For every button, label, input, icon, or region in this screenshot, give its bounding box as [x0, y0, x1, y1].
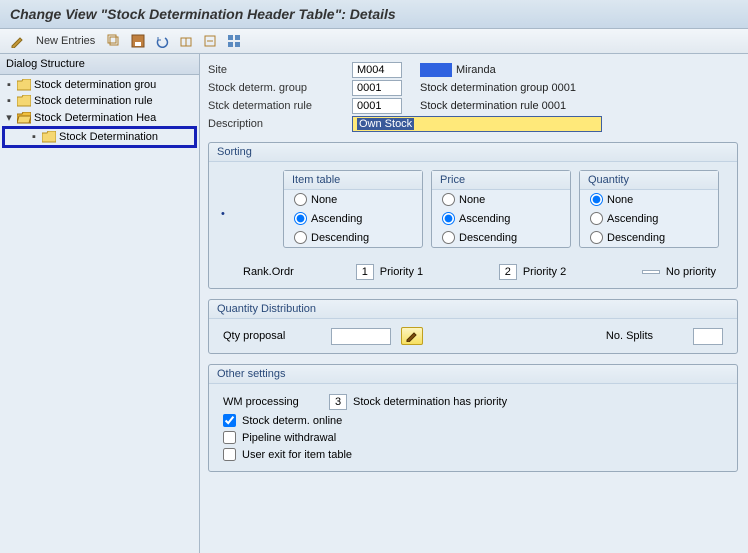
site-input[interactable]: M004 — [352, 62, 402, 78]
pencil-icon[interactable] — [8, 32, 26, 50]
radio-item-asc[interactable] — [294, 212, 307, 225]
undo-icon[interactable] — [153, 32, 171, 50]
radio-label: None — [607, 194, 633, 206]
wm-input[interactable]: 3 — [329, 394, 347, 410]
sorting-group: Sorting Item table None Ascending Descen… — [208, 142, 738, 289]
folder-open-icon — [17, 112, 31, 124]
folder-icon — [17, 95, 31, 107]
cb-label: User exit for item table — [242, 449, 352, 461]
tree-label: Stock Determination — [59, 131, 158, 143]
group-label: Stock determ. group — [208, 82, 348, 94]
rank2-input[interactable]: 2 — [499, 264, 517, 280]
cb-pipeline[interactable] — [223, 431, 236, 444]
content-area: Site M004 Miranda Stock determ. group 00… — [200, 54, 748, 553]
tree-item[interactable]: ▾ Stock Determination Hea — [0, 109, 199, 126]
splits-input[interactable] — [693, 328, 723, 345]
qty-dist-title: Quantity Distribution — [209, 300, 737, 319]
folder-icon — [42, 131, 56, 143]
copy-icon[interactable] — [105, 32, 123, 50]
other-settings-group: Other settings WM processing 3 Stock det… — [208, 364, 738, 472]
tree-item[interactable]: ▪ Stock determination rule — [0, 93, 199, 109]
radio-label: Descending — [607, 232, 665, 244]
bullet-icon: ▪ — [29, 131, 39, 143]
col-title: Quantity — [580, 171, 718, 190]
bullet-icon: ▪ — [4, 79, 14, 91]
rule-input[interactable]: 0001 — [352, 98, 402, 114]
rule-label: Stck determation rule — [208, 100, 348, 112]
page-title: Change View "Stock Determination Header … — [0, 0, 748, 29]
qty-proposal-input[interactable] — [331, 328, 391, 345]
tree-item[interactable]: ▪ Stock determination grou — [0, 77, 199, 93]
desc-label: Description — [208, 118, 348, 130]
tree-label: Stock determination grou — [34, 79, 156, 91]
rank2-text: Priority 2 — [523, 266, 566, 278]
cb-label: Stock determ. online — [242, 415, 342, 427]
redacted-icon — [420, 63, 452, 77]
sort-item-table: Item table None Ascending Descending — [283, 170, 423, 248]
rank1-text: Priority 1 — [380, 266, 423, 278]
radio-qty-desc[interactable] — [590, 231, 603, 244]
site-label: Site — [208, 64, 348, 76]
cb-label: Pipeline withdrawal — [242, 432, 336, 444]
sort-quantity: Quantity None Ascending Descending — [579, 170, 719, 248]
splits-label: No. Splits — [606, 330, 653, 342]
radio-label: Ascending — [459, 213, 510, 225]
cb-user-exit[interactable] — [223, 448, 236, 461]
radio-item-desc[interactable] — [294, 231, 307, 244]
site-text: Miranda — [456, 64, 496, 76]
toolbar: New Entries — [0, 29, 748, 54]
radio-item-none[interactable] — [294, 193, 307, 206]
radio-price-desc[interactable] — [442, 231, 455, 244]
radio-price-none[interactable] — [442, 193, 455, 206]
cb-stock-online[interactable] — [223, 414, 236, 427]
qty-dist-group: Quantity Distribution Qty proposal No. S… — [208, 299, 738, 354]
radio-price-asc[interactable] — [442, 212, 455, 225]
wm-text: Stock determination has priority — [353, 396, 507, 408]
delete-icon[interactable] — [201, 32, 219, 50]
radio-qty-none[interactable] — [590, 193, 603, 206]
radio-label: None — [459, 194, 485, 206]
marker-icon: • — [221, 208, 225, 220]
radio-label: None — [311, 194, 337, 206]
save-icon[interactable] — [129, 32, 147, 50]
qty-proposal-label: Qty proposal — [223, 330, 285, 342]
edit-button[interactable] — [401, 327, 423, 345]
rule-text: Stock determination rule 0001 — [420, 100, 566, 112]
group-text: Stock determination group 0001 — [420, 82, 576, 94]
group-input[interactable]: 0001 — [352, 80, 402, 96]
other-title: Other settings — [209, 365, 737, 384]
description-input[interactable]: Own Stock — [352, 116, 602, 132]
sort-price: Price None Ascending Descending — [431, 170, 571, 248]
rank3-text: No priority — [666, 266, 716, 278]
tree-label: Stock determination rule — [34, 95, 153, 107]
sidebar-header: Dialog Structure — [0, 54, 199, 75]
radio-label: Descending — [459, 232, 517, 244]
tree-label: Stock Determination Hea — [34, 112, 156, 124]
chevron-down-icon[interactable]: ▾ — [4, 111, 14, 124]
transport-icon[interactable] — [177, 32, 195, 50]
radio-label: Ascending — [607, 213, 658, 225]
new-entries-button[interactable]: New Entries — [32, 35, 99, 47]
rank1-input[interactable]: 1 — [356, 264, 374, 280]
radio-label: Descending — [311, 232, 369, 244]
col-title: Price — [432, 171, 570, 190]
folder-icon — [17, 79, 31, 91]
rank-label: Rank.Ordr — [243, 266, 294, 278]
col-title: Item table — [284, 171, 422, 190]
select-icon[interactable] — [225, 32, 243, 50]
radio-qty-asc[interactable] — [590, 212, 603, 225]
radio-label: Ascending — [311, 213, 362, 225]
rank3-input[interactable] — [642, 270, 660, 274]
bullet-icon: ▪ — [4, 95, 14, 107]
tree-item-selected[interactable]: ▪ Stock Determination — [5, 129, 194, 145]
wm-label: WM processing — [223, 396, 323, 408]
dialog-structure-sidebar: Dialog Structure ▪ Stock determination g… — [0, 54, 200, 553]
sorting-title: Sorting — [209, 143, 737, 162]
